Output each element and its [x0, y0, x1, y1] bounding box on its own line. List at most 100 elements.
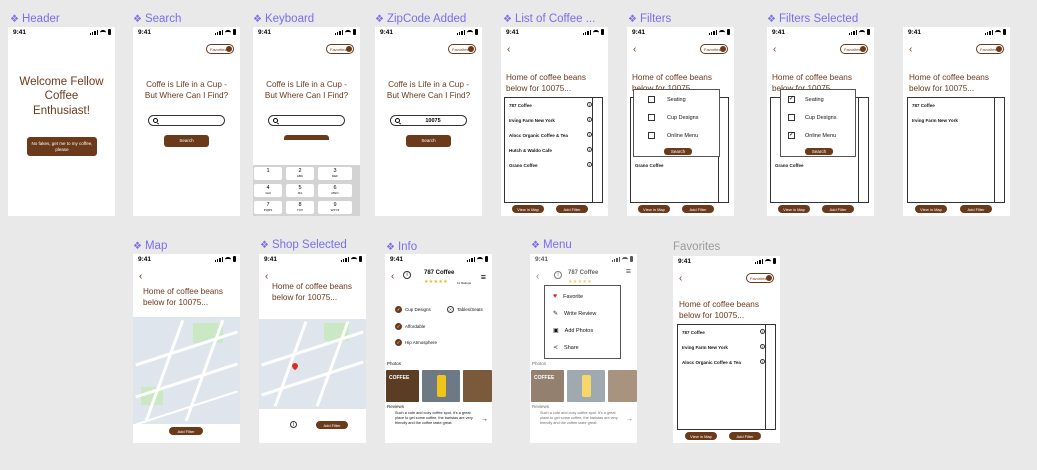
key-7[interactable]: 7 PQRS	[254, 201, 282, 214]
view-in-map-button[interactable]: View in Map	[685, 432, 717, 440]
filter-option-cup-designs[interactable]: Cup Designs	[805, 115, 837, 121]
coffee-list[interactable]: 787 Coffee Irving Farm New York	[907, 97, 1005, 203]
zip-search-input[interactable]	[268, 115, 345, 126]
map-pin-icon[interactable]	[290, 361, 300, 371]
zip-search-input[interactable]	[148, 115, 225, 126]
list-item[interactable]: 787 Coffee	[509, 103, 532, 108]
add-filter-button[interactable]: Add Filter	[169, 427, 203, 435]
back-arrow-icon[interactable]: ‹	[507, 44, 510, 55]
add-filter-button[interactable]: Add Filter	[316, 421, 348, 429]
filter-search-button[interactable]: Search	[805, 148, 833, 155]
back-arrow-icon[interactable]: ‹	[679, 273, 682, 284]
back-arrow-icon[interactable]: ‹	[391, 271, 394, 282]
filter-popup: ✓ Seating Cup Designs ✓ Online Menu Sear…	[780, 89, 856, 157]
filter-option-seating[interactable]: Seating	[805, 97, 824, 103]
back-arrow-icon[interactable]: ‹	[139, 271, 142, 282]
coffee-map[interactable]	[259, 319, 366, 409]
favorites-toggle[interactable]: Favorites	[448, 44, 476, 54]
search-icon	[395, 118, 400, 123]
list-item[interactable]: Irving Farm New York	[509, 118, 555, 123]
shop-photo[interactable]	[422, 370, 460, 402]
list-item[interactable]: Alocc Organic Coffee & Tea	[509, 133, 568, 138]
favorites-toggle[interactable]: Favorites	[700, 44, 728, 54]
list-item[interactable]: 787 Coffee	[912, 103, 935, 108]
add-filter-button[interactable]: Add Filter	[822, 205, 854, 213]
list-item[interactable]: Irving Farm New York	[682, 345, 728, 350]
filter-option-seating[interactable]: Seating	[667, 97, 686, 103]
search-button[interactable]	[284, 135, 329, 140]
welcome-title: Welcome Fellow Coffee Enthusiast!	[19, 76, 104, 117]
favorites-toggle[interactable]: Favorites	[326, 44, 354, 54]
hamburger-menu-icon[interactable]: ≡	[481, 272, 486, 282]
arrow-right-icon[interactable]: →	[481, 416, 488, 423]
list-scrollbar[interactable]	[765, 325, 775, 429]
list-scrollbar[interactable]	[858, 98, 868, 202]
filter-option-cup-designs[interactable]: Cup Designs	[667, 115, 699, 121]
frame-favorites: 9:41 ‹ Favorites Home of coffee beans be…	[673, 256, 780, 443]
list-item[interactable]: Alocc Organic Coffee & Tea	[682, 360, 741, 365]
list-item[interactable]: Hutch & Waldo Cafe	[509, 148, 552, 153]
checkbox-seating-checked[interactable]: ✓	[788, 96, 795, 103]
shop-photo[interactable]	[463, 370, 492, 402]
add-filter-button[interactable]: Add Filter	[556, 205, 588, 213]
checkbox-seating[interactable]	[648, 96, 655, 103]
key-4[interactable]: 4 GHI	[254, 184, 282, 197]
key-6[interactable]: 6 MNO	[318, 184, 352, 197]
shop-name: 787 Coffee	[424, 270, 455, 276]
favorites-list[interactable]: 787 Coffee i Irving Farm New York i Alocc …	[677, 324, 776, 430]
zip-search-input[interactable]: 10075	[390, 115, 467, 126]
coffee-map[interactable]	[133, 317, 240, 424]
checkbox-online-menu[interactable]	[648, 132, 655, 139]
search-button[interactable]: Search	[406, 135, 451, 147]
list-item[interactable]: Grano Coffee	[635, 163, 664, 168]
checkbox-online-menu-checked[interactable]: ✓	[788, 132, 795, 139]
list-scrollbar[interactable]	[994, 98, 1004, 202]
key-5[interactable]: 5 JKL	[286, 184, 314, 197]
view-in-map-button[interactable]: View in Map	[512, 205, 544, 213]
favorites-toggle[interactable]: Favorites	[840, 44, 868, 54]
list-item[interactable]: 787 Coffee	[682, 330, 705, 335]
add-filter-button[interactable]: Add Filter	[729, 432, 761, 440]
search-button[interactable]: Search	[164, 135, 209, 147]
checkbox-cup-designs[interactable]	[788, 114, 795, 121]
view-in-map-button[interactable]: View in Map	[638, 205, 670, 213]
back-arrow-icon[interactable]: ‹	[773, 44, 776, 55]
pencil-icon: ✎	[553, 311, 559, 317]
list-scrollbar[interactable]	[592, 98, 602, 202]
favorites-toggle[interactable]: Favorites	[976, 44, 1004, 54]
key-8[interactable]: 8 TUV	[286, 201, 314, 214]
back-arrow-icon[interactable]: ‹	[909, 44, 912, 55]
menu-item-share[interactable]: ≺ Share	[553, 344, 579, 352]
frame-map: 9:41 ‹ Home of coffee beans below for 10…	[133, 254, 240, 443]
list-item[interactable]: Grano Coffee	[509, 163, 538, 168]
back-arrow-icon[interactable]: ‹	[265, 271, 268, 282]
add-filter-button[interactable]: Add Filter	[682, 205, 714, 213]
list-item[interactable]: Grano Coffee	[775, 163, 804, 168]
numeric-keypad: 1 2 ABC 3 DEF 4 GHI 5 JKL 6 MNO 7 PQRS 8 TUV 9W…	[253, 165, 360, 216]
key-1[interactable]: 1	[254, 167, 282, 180]
key-2[interactable]: 2 ABC	[286, 167, 314, 180]
rating-stars: ★★★★★	[424, 279, 448, 285]
filter-option-online-menu[interactable]: Online Menu	[667, 133, 698, 139]
add-filter-button[interactable]: Add Filter	[960, 205, 992, 213]
favorites-toggle-on[interactable]: Favorites	[746, 273, 774, 283]
frame-label-menu: ❖ Menu	[531, 239, 572, 251]
checkbox-cup-designs[interactable]	[648, 114, 655, 121]
info-icon[interactable]: i	[290, 421, 297, 428]
filter-option-online-menu[interactable]: Online Menu	[805, 133, 836, 139]
get-coffee-button[interactable]: No fakes, get me to my coffee, please	[27, 137, 97, 156]
menu-item-add-photos[interactable]: ▣ Add Photos	[553, 327, 593, 335]
key-9[interactable]: 9 WXYZ	[318, 201, 352, 214]
list-item[interactable]: Irving Farm New York	[912, 118, 958, 123]
coffee-list[interactable]: 787 Coffee i Irving Farm New York i Alocc …	[504, 97, 603, 203]
filter-search-button[interactable]: Search	[664, 148, 692, 155]
menu-item-favorite[interactable]: ♥ Favorite	[553, 293, 583, 300]
frame-label-header: ❖ Header	[10, 13, 60, 25]
view-in-map-button[interactable]: View in Map	[778, 205, 810, 213]
key-3[interactable]: 3 DEF	[318, 167, 352, 180]
back-arrow-icon[interactable]: ‹	[633, 44, 636, 55]
menu-item-write-review[interactable]: ✎ Write Review	[553, 310, 596, 318]
shop-photo[interactable]: COFFEE	[386, 370, 419, 402]
favorites-toggle[interactable]: Favorites	[206, 44, 234, 54]
view-in-map-button[interactable]: View in Map	[915, 205, 947, 213]
